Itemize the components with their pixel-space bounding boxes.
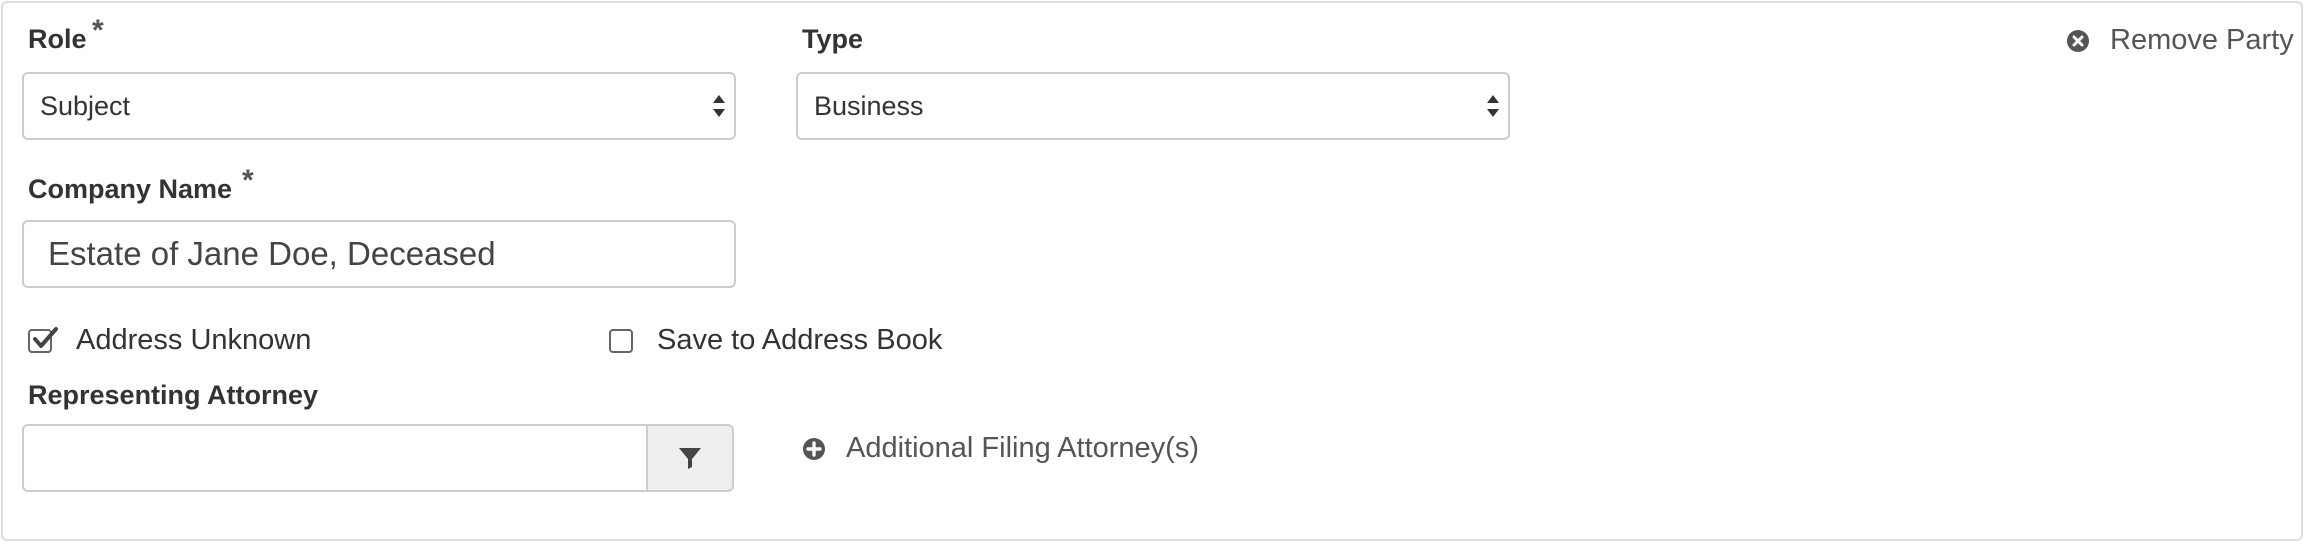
role-label: Role *	[28, 14, 104, 55]
times-circle-icon	[2067, 29, 2089, 52]
role-label-text: Role	[28, 24, 87, 54]
remove-party-label: Remove Party	[2110, 24, 2294, 56]
type-label: Type	[802, 24, 864, 54]
select-caret-icon	[713, 95, 725, 117]
company-name-required-mark: *	[242, 164, 254, 197]
company-name-input[interactable]: Estate of Jane Doe, Deceased	[22, 220, 736, 288]
representing-attorney-label: Representing Attorney	[28, 380, 319, 410]
company-name-label-text: Company Name	[28, 174, 233, 204]
type-select[interactable]: Business	[796, 72, 1510, 140]
company-name-value: Estate of Jane Doe, Deceased	[48, 235, 496, 272]
address-unknown-checkbox[interactable]: Address Unknown	[28, 324, 311, 357]
checkbox-checked-icon	[28, 326, 58, 353]
role-select-value: Subject	[40, 90, 131, 121]
address-unknown-label: Address Unknown	[76, 324, 312, 356]
role-required-mark: *	[92, 14, 104, 47]
additional-filing-attorney-link[interactable]: Additional Filing Attorney(s)	[802, 432, 1199, 465]
select-caret-icon	[1487, 95, 1499, 117]
plus-circle-icon	[803, 437, 825, 460]
additional-filing-attorney-label: Additional Filing Attorney(s)	[846, 432, 1199, 464]
representing-attorney-input[interactable]	[22, 424, 648, 492]
save-to-address-book-checkbox[interactable]: Save to Address Book	[609, 324, 942, 357]
save-to-address-book-label: Save to Address Book	[657, 324, 943, 356]
role-select[interactable]: Subject	[22, 72, 736, 140]
company-name-label: Company Name *	[28, 164, 254, 205]
type-select-value: Business	[814, 90, 924, 121]
attorney-filter-button[interactable]	[646, 424, 734, 492]
remove-party-link[interactable]: Remove Party	[2066, 24, 2294, 57]
checkbox-unchecked-icon	[609, 328, 633, 353]
filter-icon	[679, 448, 701, 469]
